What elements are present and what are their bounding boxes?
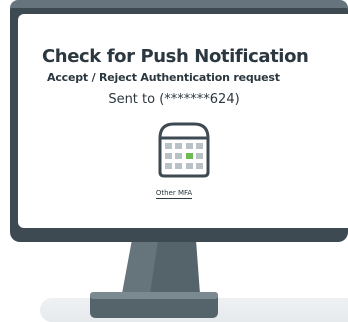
other-mfa-row: Other MFA <box>0 189 348 199</box>
calendar-icon <box>158 122 210 178</box>
page-title: Check for Push Notification <box>42 46 309 67</box>
monitor-frame-highlight <box>10 0 348 8</box>
other-mfa-link[interactable]: Other MFA <box>155 189 193 199</box>
sent-to-text: Sent to (*******624) <box>108 92 240 107</box>
page-subtitle: Accept / Reject Authentication request <box>47 71 280 84</box>
